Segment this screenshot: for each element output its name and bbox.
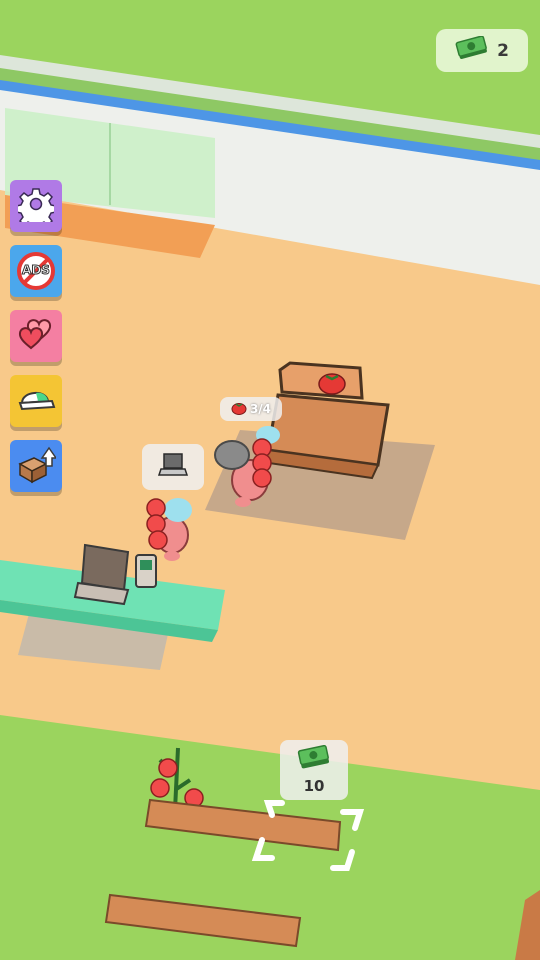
unlock-price-text: 10	[303, 777, 325, 795]
card-reader	[135, 554, 157, 588]
laptop-icon	[157, 451, 189, 483]
cash-stack-icon	[455, 34, 489, 66]
world-view	[0, 0, 540, 960]
cash-stack-icon	[297, 744, 331, 775]
remove-ads-button[interactable]: ADS	[10, 245, 62, 297]
tomato-icon	[231, 400, 247, 419]
no-ads-icon: ADS	[16, 251, 56, 291]
cap-icon	[16, 383, 56, 419]
settings-button[interactable]	[10, 180, 62, 232]
unlock-price-bubble[interactable]: 10	[280, 740, 348, 800]
upgrade-box-button[interactable]	[10, 440, 62, 492]
shelf-tomato-sign-icon	[316, 370, 348, 400]
register-laptop	[80, 543, 130, 592]
money-counter: 2	[436, 29, 528, 72]
cashier-request-bubble	[142, 444, 204, 490]
game-scene[interactable]: 2 ADS 3/4 10	[0, 0, 540, 960]
cap-button[interactable]	[10, 375, 62, 427]
carry-count-text: 3/4	[249, 402, 272, 416]
carry-count-bubble: 3/4	[220, 397, 282, 421]
ads-label: ADS	[22, 263, 51, 278]
gear-icon	[15, 186, 57, 230]
box-upload-icon	[16, 444, 58, 488]
money-amount: 2	[497, 40, 509, 61]
hearts-icon	[17, 316, 55, 356]
hearts-button[interactable]	[10, 310, 62, 362]
